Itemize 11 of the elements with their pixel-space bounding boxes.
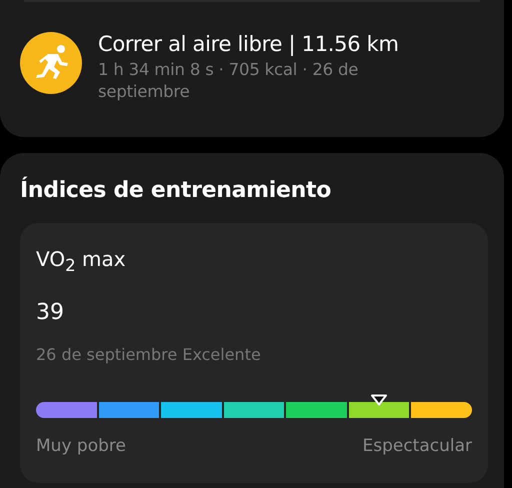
section-title: Índices de entrenamiento bbox=[20, 176, 332, 205]
activity-card[interactable]: Correr al aire libre | 11.56 km 1 h 34 min 8 s · 705 kcal · 26 de septiembre bbox=[0, 0, 504, 137]
scale-min-label: Muy pobre bbox=[36, 436, 126, 456]
activity-details: 1 h 34 min 8 s · 705 kcal · 26 de septiembre bbox=[98, 59, 360, 103]
runner-icon bbox=[20, 32, 82, 94]
scale-max-label: Espectacular bbox=[362, 436, 472, 456]
metric-value: 39 bbox=[36, 299, 65, 327]
metric-name: VO$_{2}$ max bbox=[36, 246, 127, 277]
activity-title: Correr al aire libre | 11.56 km bbox=[98, 31, 400, 58]
vo2-card[interactable]: VO$_{2}$ max 39 26 de septiembre Excelente Muy pobre Espectacular bbox=[20, 223, 488, 483]
metric-date-rating: 26 de septiembre Excelente bbox=[36, 344, 262, 366]
